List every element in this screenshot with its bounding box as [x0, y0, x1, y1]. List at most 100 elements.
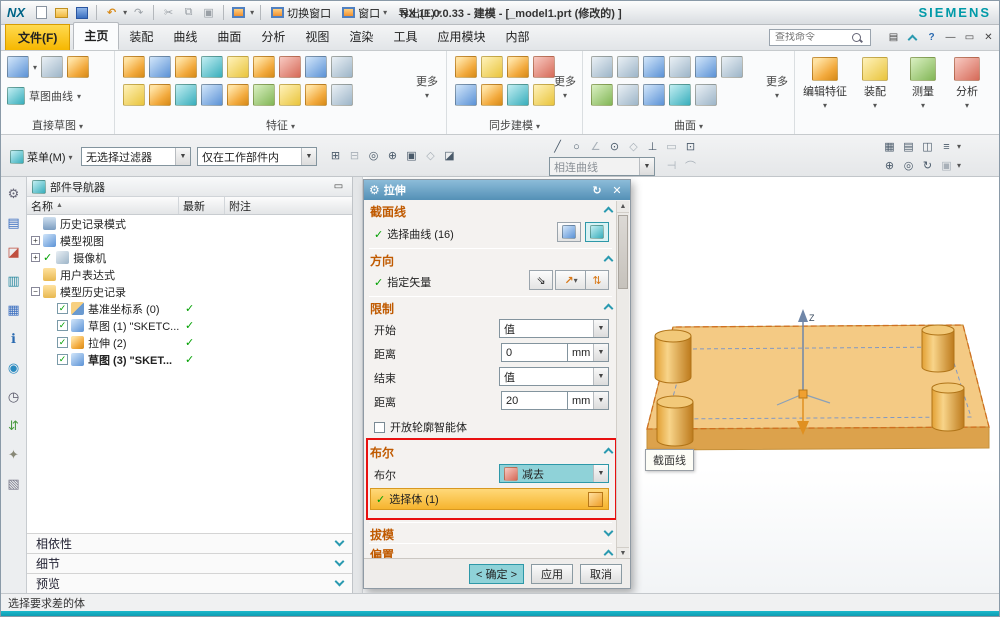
- tree-row-sketch-3[interactable]: ✓ 草图 (3) "SKET... ✓: [27, 351, 352, 368]
- highlight-icon[interactable]: ◎: [365, 147, 382, 164]
- touch-mode-icon[interactable]: ≡: [938, 138, 955, 155]
- ok-button[interactable]: < 确定 >: [469, 563, 524, 584]
- system-materials-icon[interactable]: ▧: [5, 475, 23, 493]
- edge-blend-icon[interactable]: [149, 84, 171, 106]
- edit-feature-button[interactable]: 编辑特征 ▾: [801, 57, 849, 110]
- close-window-icon[interactable]: ✕: [980, 29, 997, 45]
- sketch-curve-icon[interactable]: [7, 87, 25, 105]
- redo-icon[interactable]: ↷: [130, 5, 147, 21]
- part-navigator-icon[interactable]: ▥: [5, 272, 23, 290]
- layer-settings-icon[interactable]: ▤: [900, 138, 917, 155]
- assemblies-button[interactable]: 装配 ▾: [851, 57, 899, 110]
- model-cylinder[interactable]: [656, 395, 694, 447]
- view-orient-icon[interactable]: ▦: [881, 138, 898, 155]
- tree-row-model-views[interactable]: + 模型视图: [27, 232, 352, 249]
- section-header-draft[interactable]: 拔模: [370, 525, 614, 543]
- delete-face-icon[interactable]: [533, 56, 555, 78]
- restore-window-icon[interactable]: ▭: [961, 29, 978, 45]
- column-status[interactable]: 最新: [179, 197, 225, 214]
- unite-icon[interactable]: [305, 56, 327, 78]
- sketch-finish-icon[interactable]: [67, 56, 90, 78]
- section-header-direction[interactable]: 方向: [370, 251, 614, 269]
- make-coplanar-icon[interactable]: [507, 84, 529, 106]
- trim-body-icon[interactable]: [227, 84, 249, 106]
- curve-rule-combo[interactable]: 相连曲线 ▼: [549, 157, 655, 176]
- studio-surface-icon[interactable]: [695, 56, 717, 78]
- accordion-preview[interactable]: 预览: [27, 573, 352, 593]
- checkbox-icon[interactable]: ✓: [57, 303, 68, 314]
- replace-face-icon[interactable]: [455, 84, 477, 106]
- snap-intersection-icon[interactable]: ∠: [587, 138, 604, 155]
- group-label-surface[interactable]: 曲面 ▾: [583, 117, 794, 133]
- datum-plane-icon[interactable]: [253, 84, 275, 106]
- checkbox-icon[interactable]: ✓: [57, 337, 68, 348]
- start-unit-combo[interactable]: mm ▼: [567, 343, 609, 362]
- snap-settings-icon[interactable]: ⊕: [384, 147, 401, 164]
- zoom-icon[interactable]: ◎: [900, 157, 917, 174]
- resize-face-icon[interactable]: [481, 84, 503, 106]
- save-icon[interactable]: [73, 5, 90, 21]
- bounded-plane-icon[interactable]: [721, 56, 743, 78]
- boolean-option-combo[interactable]: 减去 ▼: [499, 464, 609, 483]
- ruled-icon[interactable]: [643, 56, 665, 78]
- follow-fillet-icon[interactable]: ⌒: [682, 157, 699, 174]
- subtract-icon[interactable]: [279, 56, 301, 78]
- group-label-synchronous[interactable]: 同步建模 ▾: [447, 117, 582, 133]
- mirror-icon[interactable]: [201, 84, 223, 106]
- window-style-dropdown-icon[interactable]: ▾: [250, 8, 254, 17]
- snap-endpoint-icon[interactable]: ╱: [549, 138, 566, 155]
- tab-application[interactable]: 应用模块: [427, 24, 495, 50]
- end-unit-combo[interactable]: mm ▼: [567, 391, 609, 410]
- sketch-dropdown-icon[interactable]: ▾: [33, 63, 37, 72]
- extension-surface-icon[interactable]: [669, 84, 691, 106]
- n-sided-surface-icon[interactable]: [669, 56, 691, 78]
- fit-view-icon[interactable]: ▣: [938, 157, 955, 174]
- minimize-ribbon-icon[interactable]: [904, 29, 921, 45]
- shell-icon[interactable]: [331, 56, 353, 78]
- tree-row-datum-csys[interactable]: ✓ 基准坐标系 (0) ✓: [27, 300, 352, 317]
- analysis-button[interactable]: 分析 ▾: [943, 57, 991, 110]
- trimmed-sheet-icon[interactable]: [617, 84, 639, 106]
- vector-dialog-button[interactable]: ↗ ▾: [555, 270, 587, 290]
- search-icon[interactable]: [851, 32, 863, 44]
- collapse-icon[interactable]: −: [31, 287, 40, 296]
- boss-icon[interactable]: [227, 56, 249, 78]
- select-body-row[interactable]: ✓ 选择体 (1): [370, 488, 609, 510]
- new-file-icon[interactable]: [33, 5, 50, 21]
- checkbox-icon[interactable]: ✓: [57, 354, 68, 365]
- expand-icon[interactable]: +: [31, 253, 40, 262]
- accordion-details[interactable]: 细节: [27, 553, 352, 573]
- pan-icon[interactable]: ⊕: [881, 157, 898, 174]
- lasso-icon[interactable]: ◇: [422, 147, 439, 164]
- swept-icon[interactable]: [617, 56, 639, 78]
- undo-icon[interactable]: ↶: [103, 5, 120, 21]
- column-note[interactable]: 附注: [225, 197, 352, 214]
- section-header-section-line[interactable]: 截面线: [370, 202, 614, 220]
- apply-button[interactable]: 应用: [531, 563, 573, 584]
- tab-render[interactable]: 渲染: [339, 24, 383, 50]
- select-curve-row[interactable]: ✓ 选择曲线 (16): [364, 222, 615, 244]
- checkbox-icon[interactable]: ✓: [57, 320, 68, 331]
- sketch-in-task-icon[interactable]: [41, 56, 64, 78]
- offset-region-icon[interactable]: [507, 56, 529, 78]
- draft-icon[interactable]: [331, 84, 353, 106]
- hd3d-tool-icon[interactable]: ℹ: [5, 330, 23, 348]
- sketch-icon[interactable]: [7, 56, 29, 78]
- deselect-icon[interactable]: ⊟: [346, 147, 363, 164]
- move-face-icon[interactable]: [455, 56, 477, 78]
- process-studio-icon[interactable]: ⇵: [5, 417, 23, 435]
- selection-scope-combo[interactable]: 仅在工作部件内 ▼: [197, 147, 317, 166]
- dialog-close-icon[interactable]: ✕: [609, 184, 625, 197]
- dialog-scrollbar[interactable]: ▲ ▼: [616, 201, 629, 559]
- group-label-feature[interactable]: 特征 ▾: [115, 117, 446, 133]
- extrude-icon[interactable]: [123, 56, 145, 78]
- pattern-icon[interactable]: [175, 84, 197, 106]
- selection-filter-combo[interactable]: 无选择过滤器 ▼: [81, 147, 191, 166]
- dialog-title-bar[interactable]: ⚙ 拉伸 ↻ ✕: [364, 180, 630, 200]
- cut-icon[interactable]: ✂: [160, 5, 177, 21]
- start-distance-field[interactable]: 0: [501, 343, 567, 362]
- column-name[interactable]: 名称 ▲: [27, 197, 179, 214]
- tab-tools[interactable]: 工具: [383, 24, 427, 50]
- snap-midpoint-icon[interactable]: ○: [568, 138, 585, 155]
- model-cylinder[interactable]: [931, 382, 965, 432]
